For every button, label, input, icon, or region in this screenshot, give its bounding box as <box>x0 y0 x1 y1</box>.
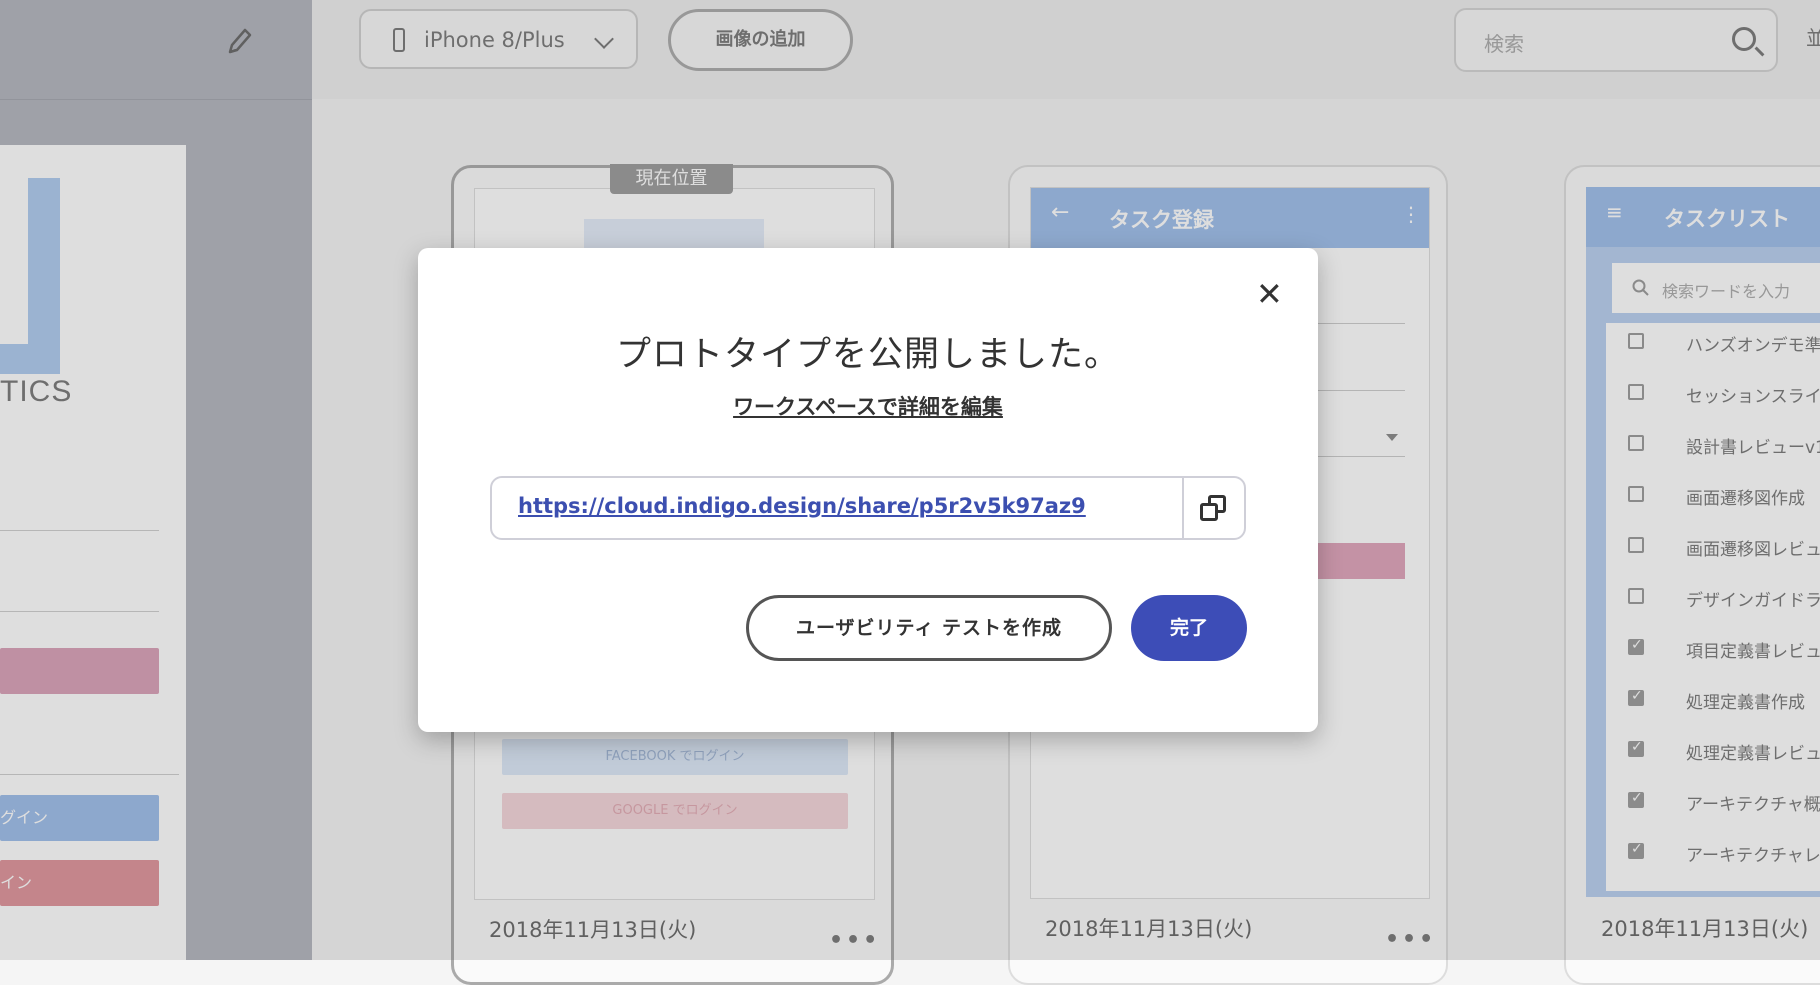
publish-dialog: ✕ プロトタイプを公開しました。 ワークスペースで詳細を編集 https://c… <box>418 248 1318 732</box>
close-icon[interactable]: ✕ <box>1256 278 1283 310</box>
share-url-field[interactable]: https://cloud.indigo.design/share/p5r2v5… <box>490 476 1246 540</box>
create-usability-test-button[interactable]: ユーザビリティ テストを作成 <box>746 595 1112 661</box>
done-button[interactable]: 完了 <box>1131 595 1247 661</box>
dialog-title: プロトタイプを公開しました。 <box>615 335 1120 375</box>
share-url-link[interactable]: https://cloud.indigo.design/share/p5r2v5… <box>518 494 1086 518</box>
copy-icon-front <box>1200 503 1218 521</box>
edit-in-workspace-link[interactable]: ワークスペースで詳細を編集 <box>418 391 1318 421</box>
copy-button[interactable] <box>1182 476 1248 540</box>
